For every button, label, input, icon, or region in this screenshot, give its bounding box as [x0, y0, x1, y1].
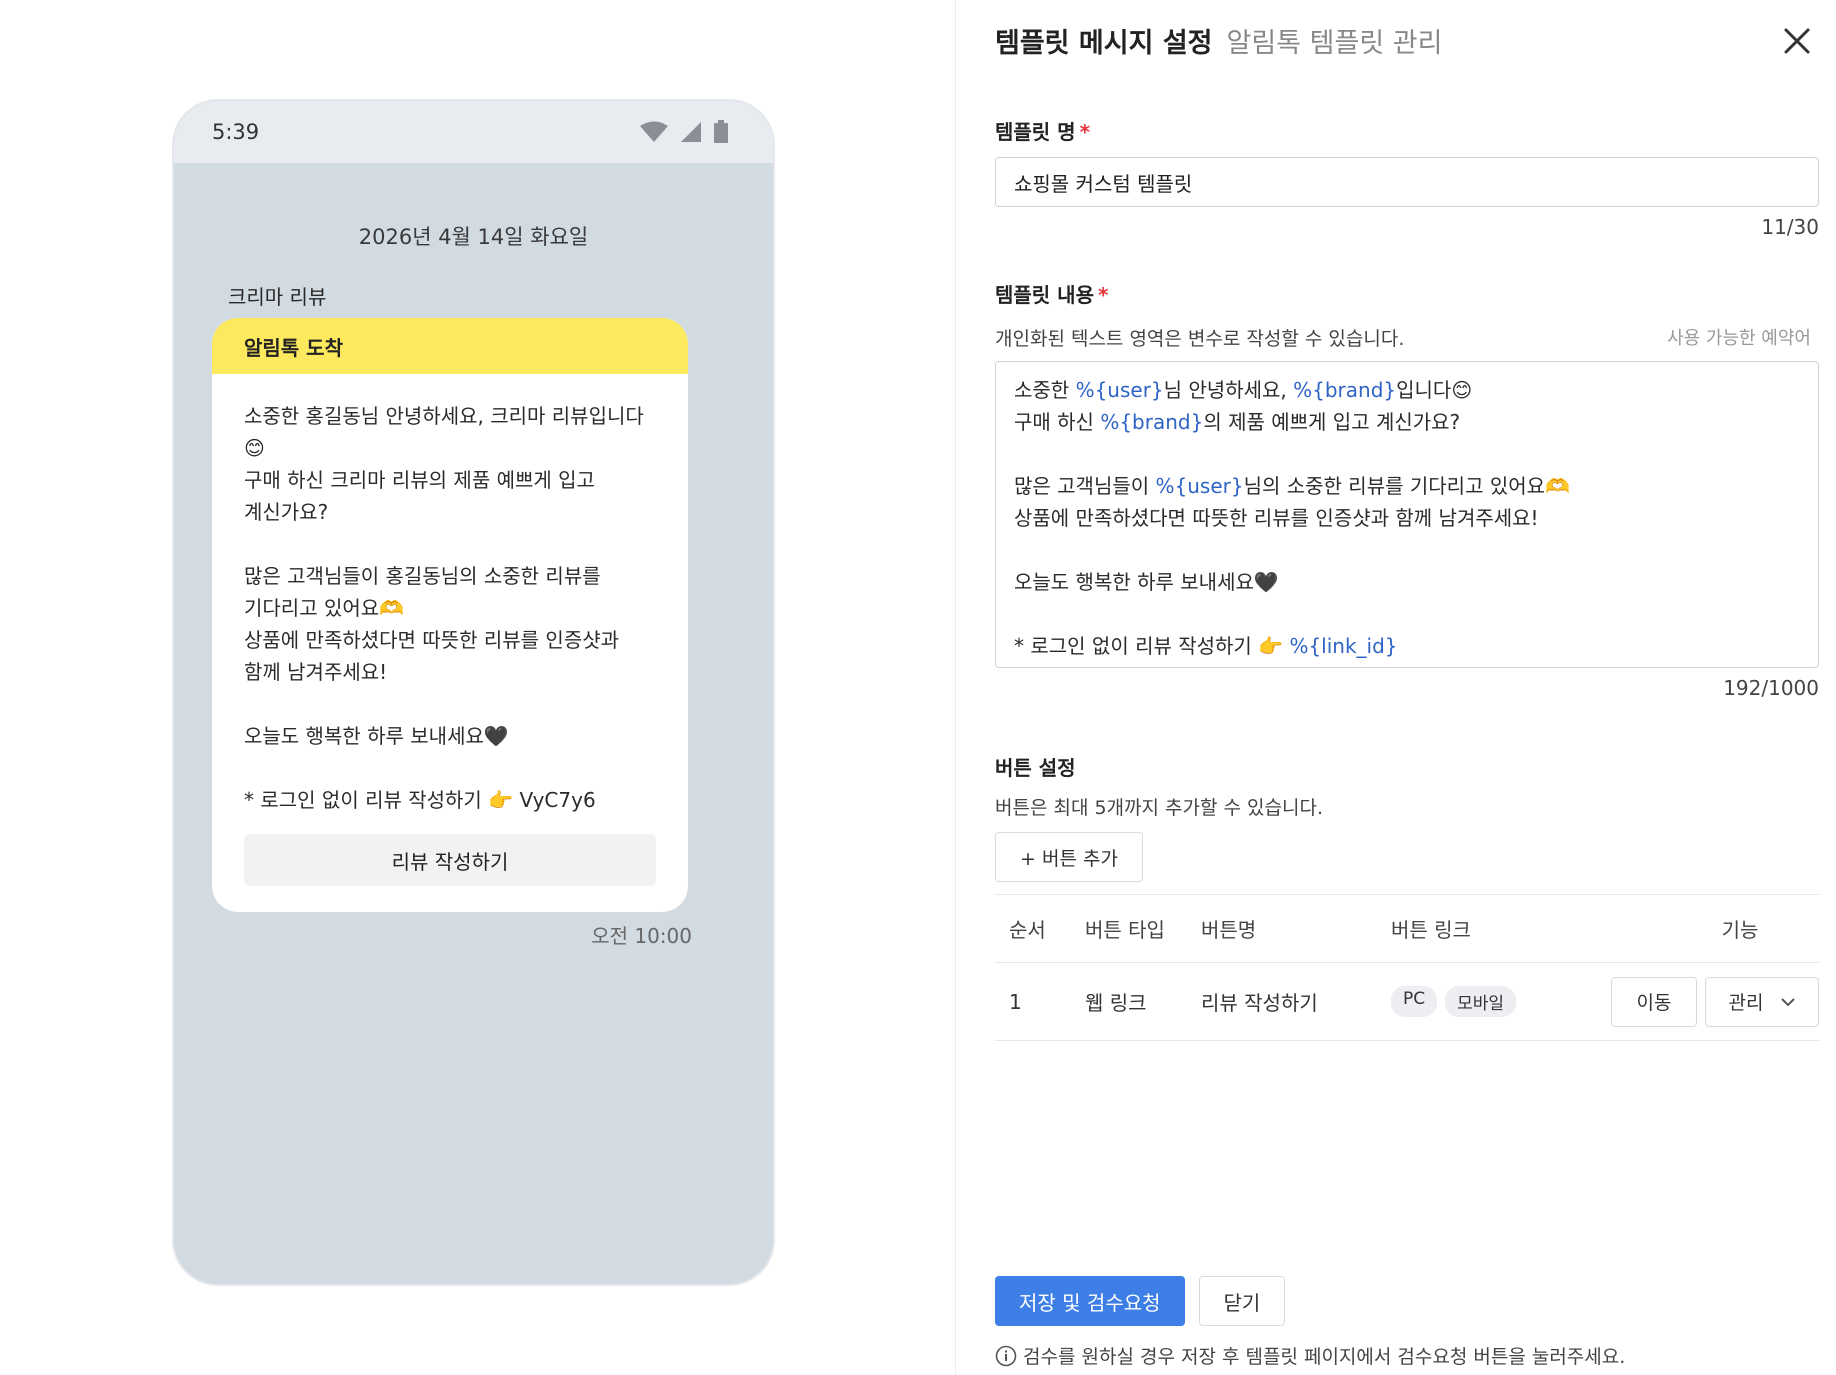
content-text: * 로그인 없이 리뷰 작성하기 👉 [1014, 634, 1290, 658]
template-variable: %{brand} [1100, 410, 1204, 434]
content-line [1014, 598, 1800, 630]
info-icon [995, 1345, 1017, 1366]
row-functions: 이동 관리 [1601, 976, 1819, 1027]
status-time: 5:39 [212, 120, 260, 144]
close-panel-button[interactable]: 닫기 [1198, 1276, 1286, 1326]
template-variable: %{link_id} [1289, 634, 1398, 658]
message-bubble: 알림톡 도착 소중한 홍길동님 안녕하세요, 크리마 리뷰입니다😊 구매 하신 … [212, 318, 688, 912]
manage-label: 관리 [1728, 992, 1764, 1014]
template-content-description: 개인화된 텍스트 영역은 변수로 작성할 수 있습니다. [995, 328, 1405, 350]
table-row: 1 웹 링크 리뷰 작성하기 PC 모바일 이동 관리 [995, 963, 1819, 1041]
content-text: 상품에 만족하셨다면 따뜻한 리뷰를 인증샷과 함께 남겨주세요! [1014, 506, 1539, 530]
review-write-button[interactable]: 리뷰 작성하기 [244, 834, 656, 886]
template-variable: %{brand} [1293, 378, 1397, 402]
chat-date: 2026년 4월 14일 화요일 [358, 225, 589, 249]
content-text: 입니다😊 [1396, 378, 1473, 402]
add-button-button[interactable]: + 버튼 추가 [995, 832, 1143, 882]
template-variable: %{user} [1075, 378, 1164, 402]
button-table: 순서 버튼 타입 버튼명 버튼 링크 기능 1 웹 링크 리뷰 작성하기 PC … [995, 894, 1819, 1041]
row-type: 웹 링크 [1085, 991, 1147, 1015]
panel-title: 템플릿 메시지 설정 [995, 27, 1213, 59]
content-line: 오늘도 행복한 하루 보내세요🖤 [1014, 566, 1800, 598]
content-text: 님 안녕하세요, [1163, 378, 1294, 402]
template-variable: %{user} [1155, 474, 1244, 498]
column-header-order: 순서 [1009, 918, 1046, 942]
content-line: * 로그인 없이 리뷰 작성하기 👉 %{link_id} [1014, 630, 1800, 662]
template-name-label-text: 템플릿 명 [995, 120, 1076, 144]
chevron-down-icon [1781, 997, 1796, 1006]
preview-pane: 5:39 2026년 4월 14일 화요일 크리마 리뷰 알림톡 도착 소중한 … [0, 0, 956, 1375]
content-text: 소중한 [1014, 378, 1076, 402]
template-content-counter: 192/1000 [1723, 676, 1819, 700]
reserved-words-link[interactable]: 사용 가능한 예약어 [1667, 324, 1819, 351]
sender-name: 크리마 리뷰 [228, 285, 327, 309]
link-tag-pc: PC [1391, 986, 1438, 1017]
content-text: 구매 하신 [1014, 410, 1101, 434]
column-header-name: 버튼명 [1201, 918, 1257, 942]
required-mark: * [1079, 120, 1091, 144]
row-links: PC 모바일 [1391, 986, 1601, 1017]
template-content-label-text: 템플릿 내용 [995, 283, 1094, 307]
button-settings-label: 버튼 설정 [995, 756, 1076, 780]
close-icon [1784, 28, 1810, 54]
content-line: 소중한 %{user}님 안녕하세요, %{brand}입니다😊 [1014, 374, 1800, 406]
column-header-link: 버튼 링크 [1391, 918, 1471, 942]
save-and-review-button[interactable]: 저장 및 검수요청 [995, 1276, 1185, 1326]
content-line [1014, 438, 1800, 470]
signal-icon [681, 122, 701, 142]
template-content-desc-row: 개인화된 텍스트 영역은 변수로 작성할 수 있습니다. 사용 가능한 예약어 [995, 324, 1819, 351]
button-settings-section: 버튼 설정 버튼은 최대 5개까지 추가할 수 있습니다. + 버튼 추가 순서… [995, 752, 1836, 1041]
panel-header: 템플릿 메시지 설정 알림톡 템플릿 관리 [995, 0, 1836, 80]
row-order: 1 [1009, 989, 1022, 1014]
bubble-body: 소중한 홍길동님 안녕하세요, 크리마 리뷰입니다😊 구매 하신 크리마 리뷰의… [244, 404, 644, 812]
panel-footer: 저장 및 검수요청 닫기 검수를 원하실 경우 저장 후 템플릿 페이지에서 검… [995, 1276, 1625, 1369]
content-line: 많은 고객님들이 %{user}님의 소중한 리뷰를 기다리고 있어요🫶 [1014, 470, 1800, 502]
footer-note-text: 검수를 원하실 경우 저장 후 템플릿 페이지에서 검수요청 버튼을 눌러주세요… [1023, 1346, 1626, 1368]
footer-note: 검수를 원하실 경우 저장 후 템플릿 페이지에서 검수요청 버튼을 눌러주세요… [995, 1342, 1625, 1369]
page: 5:39 2026년 4월 14일 화요일 크리마 리뷰 알림톡 도착 소중한 … [0, 0, 1836, 1375]
content-text: 의 제품 예쁘게 입고 계신가요? [1203, 410, 1461, 434]
button-settings-description: 버튼은 최대 5개까지 추가할 수 있습니다. [995, 797, 1324, 819]
template-name-counter: 11/30 [1761, 215, 1819, 239]
table-header: 순서 버튼 타입 버튼명 버튼 링크 기능 [995, 895, 1819, 963]
move-button[interactable]: 이동 [1611, 976, 1697, 1027]
wifi-icon [640, 121, 668, 142]
phone-preview: 5:39 2026년 4월 14일 화요일 크리마 리뷰 알림톡 도착 소중한 … [172, 99, 775, 1286]
content-text: 오늘도 행복한 하루 보내세요🖤 [1014, 570, 1279, 594]
template-name-section: 템플릿 명* 11/30 [995, 116, 1836, 239]
status-icons [639, 120, 729, 144]
content-line: 구매 하신 %{brand}의 제품 예쁘게 입고 계신가요? [1014, 406, 1800, 438]
battery-icon [714, 120, 728, 143]
manage-dropdown[interactable]: 관리 [1705, 976, 1819, 1027]
status-bar: 5:39 [174, 101, 773, 163]
content-text: 많은 고객님들이 [1014, 474, 1156, 498]
footer-actions: 저장 및 검수요청 닫기 [995, 1276, 1625, 1326]
bubble-header: 알림톡 도착 [212, 318, 688, 374]
settings-panel: 템플릿 메시지 설정 알림톡 템플릿 관리 템플릿 명* 11/30 템플릿 내… [956, 0, 1836, 1375]
template-content-textarea[interactable]: 소중한 %{user}님 안녕하세요, %{brand}입니다😊 구매 하신 %{… [995, 361, 1819, 668]
column-header-function: 기능 [1721, 918, 1759, 942]
template-content-section: 템플릿 내용 * 개인화된 텍스트 영역은 변수로 작성할 수 있습니다. 사용 … [995, 279, 1836, 700]
row-name: 리뷰 작성하기 [1201, 991, 1318, 1015]
template-name-label: 템플릿 명 * [995, 116, 1836, 145]
panel-subtitle: 알림톡 템플릿 관리 [1226, 27, 1443, 59]
close-button[interactable] [1780, 24, 1814, 58]
content-text: 님의 소중한 리뷰를 기다리고 있어요🫶 [1243, 474, 1570, 498]
content-line [1014, 534, 1800, 566]
link-tag-mobile: 모바일 [1445, 986, 1517, 1017]
required-mark: * [1097, 283, 1109, 307]
template-name-input[interactable] [995, 157, 1819, 207]
content-line: 상품에 만족하셨다면 따뜻한 리뷰를 인증샷과 함께 남겨주세요! [1014, 502, 1800, 534]
column-header-type: 버튼 타입 [1085, 918, 1165, 942]
template-content-label: 템플릿 내용 * [995, 279, 1836, 308]
message-time: 오전 10:00 [591, 924, 692, 948]
